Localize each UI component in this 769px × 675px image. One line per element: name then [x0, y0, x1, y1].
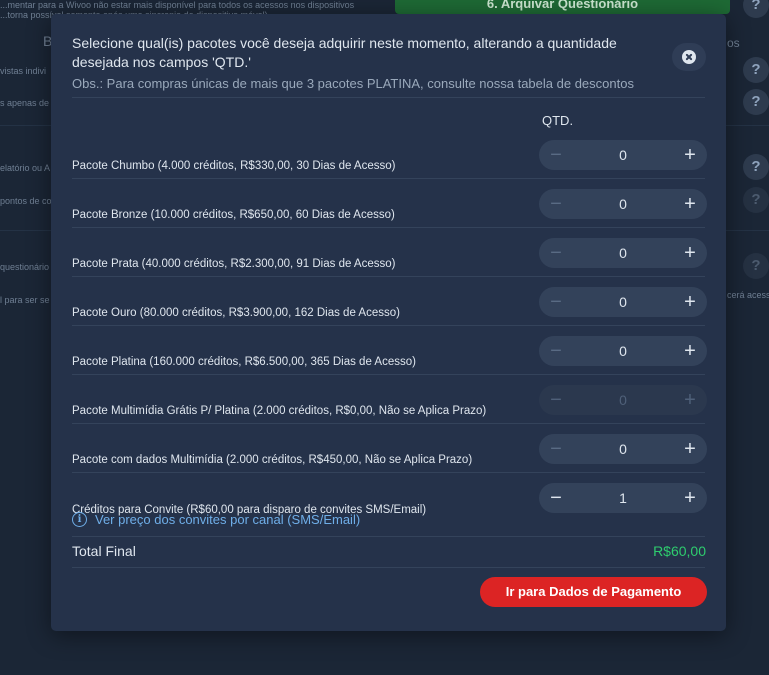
quantity-value: 0 [619, 392, 627, 408]
archive-questionnaire-button: 6. Arquivar Questionário [395, 0, 730, 14]
background-text: vistas indivi [0, 66, 47, 76]
purchase-packages-modal: Selecione qual(is) pacotes você deseja a… [51, 14, 726, 631]
increase-button[interactable]: + [675, 287, 705, 317]
quantity-value[interactable]: 0 [573, 336, 673, 366]
package-row-prata: Pacote Prata (40.000 créditos, R$2.300,0… [72, 228, 707, 277]
decrease-button: − [550, 389, 562, 411]
background-text: os [727, 36, 740, 50]
package-label: Pacote Platina (160.000 créditos, R$6.50… [72, 356, 416, 368]
package-label: Pacote Multimídia Grátis P/ Platina (2.0… [72, 405, 487, 417]
background-text: l para ser se [0, 295, 50, 305]
quantity-value[interactable]: 0 [573, 287, 673, 317]
total-label: Total Final [72, 543, 136, 559]
package-row-multimidia-gratis: Pacote Multimídia Grátis P/ Platina (2.0… [72, 375, 707, 424]
divider [72, 97, 705, 98]
quantity-stepper: − 0 + [539, 238, 707, 268]
help-icon: ? [743, 154, 769, 180]
quantity-value[interactable]: 0 [573, 140, 673, 170]
package-label: Pacote com dados Multimídia (2.000 crédi… [72, 454, 473, 466]
go-to-payment-button[interactable]: Ir para Dados de Pagamento [480, 577, 707, 607]
increase-button[interactable]: + [675, 189, 705, 219]
quantity-value[interactable]: 0 [573, 238, 673, 268]
help-icon: ? [743, 187, 769, 213]
increase-button[interactable]: + [675, 140, 705, 170]
increase-button[interactable]: + [675, 483, 705, 513]
quantity-stepper: − 0 + [539, 287, 707, 317]
decrease-button[interactable]: − [541, 238, 571, 268]
decrease-button[interactable]: − [541, 483, 571, 513]
modal-header: Selecione qual(is) pacotes você deseja a… [72, 34, 662, 93]
package-label: Pacote Ouro (80.000 créditos, R$3.900,00… [72, 307, 400, 319]
increase-button[interactable]: + [675, 336, 705, 366]
package-label: Pacote Chumbo (4.000 créditos, R$330,00,… [72, 160, 396, 172]
decrease-button[interactable]: − [541, 189, 571, 219]
decrease-button[interactable]: − [541, 434, 571, 464]
quantity-stepper: − 0 + [539, 140, 707, 170]
help-icon: ? [743, 0, 769, 18]
help-icon: ? [743, 57, 769, 83]
package-row-bronze: Pacote Bronze (10.000 créditos, R$650,00… [72, 179, 707, 228]
quantity-stepper: − 0 + [539, 434, 707, 464]
help-icon: ? [743, 253, 769, 279]
decrease-button[interactable]: − [541, 336, 571, 366]
modal-title: Selecione qual(is) pacotes você deseja a… [72, 35, 617, 70]
increase-button[interactable]: + [675, 434, 705, 464]
increase-button[interactable]: + [675, 238, 705, 268]
background-text: questionário ( [0, 262, 55, 272]
divider [72, 536, 705, 537]
background-text: cerá acess [727, 290, 769, 300]
quantity-value[interactable]: 1 [573, 483, 673, 513]
package-row-convite: Créditos para Convite (R$60,00 para disp… [72, 473, 707, 516]
close-icon [682, 50, 696, 64]
help-icon: ? [743, 89, 769, 115]
total-value: R$60,00 [653, 543, 706, 559]
convite-prices-link[interactable]: i Ver preço dos convites por canal (SMS/… [72, 512, 360, 527]
increase-button: + [684, 389, 696, 411]
convite-prices-link-label: Ver preço dos convites por canal (SMS/Em… [95, 512, 361, 527]
close-button[interactable] [672, 43, 706, 71]
quantity-stepper: − 0 + [539, 189, 707, 219]
qtd-column-header: QTD. [542, 113, 574, 128]
info-icon: i [72, 512, 87, 527]
package-row-platina: Pacote Platina (160.000 créditos, R$6.50… [72, 326, 707, 375]
background-text: s apenas de [0, 98, 50, 108]
modal-obs: Obs.: Para compras únicas de mais que 3 … [72, 76, 634, 91]
package-label: Pacote Prata (40.000 créditos, R$2.300,0… [72, 258, 396, 270]
background-text: elatório ou A [0, 163, 51, 173]
quantity-stepper: − 1 + [539, 483, 707, 513]
quantity-stepper: − 0 + [539, 336, 707, 366]
package-row-ouro: Pacote Ouro (80.000 créditos, R$3.900,00… [72, 277, 707, 326]
quantity-stepper: − 0 + [539, 385, 707, 415]
decrease-button[interactable]: − [541, 140, 571, 170]
quantity-value[interactable]: 0 [573, 434, 673, 464]
package-row-chumbo: Pacote Chumbo (4.000 créditos, R$330,00,… [72, 130, 707, 179]
quantity-value[interactable]: 0 [573, 189, 673, 219]
package-label: Pacote Bronze (10.000 créditos, R$650,00… [72, 209, 395, 221]
background-text: pontos de co [0, 196, 52, 206]
package-row-multimidia: Pacote com dados Multimídia (2.000 crédi… [72, 424, 707, 473]
divider [72, 567, 705, 568]
decrease-button[interactable]: − [541, 287, 571, 317]
